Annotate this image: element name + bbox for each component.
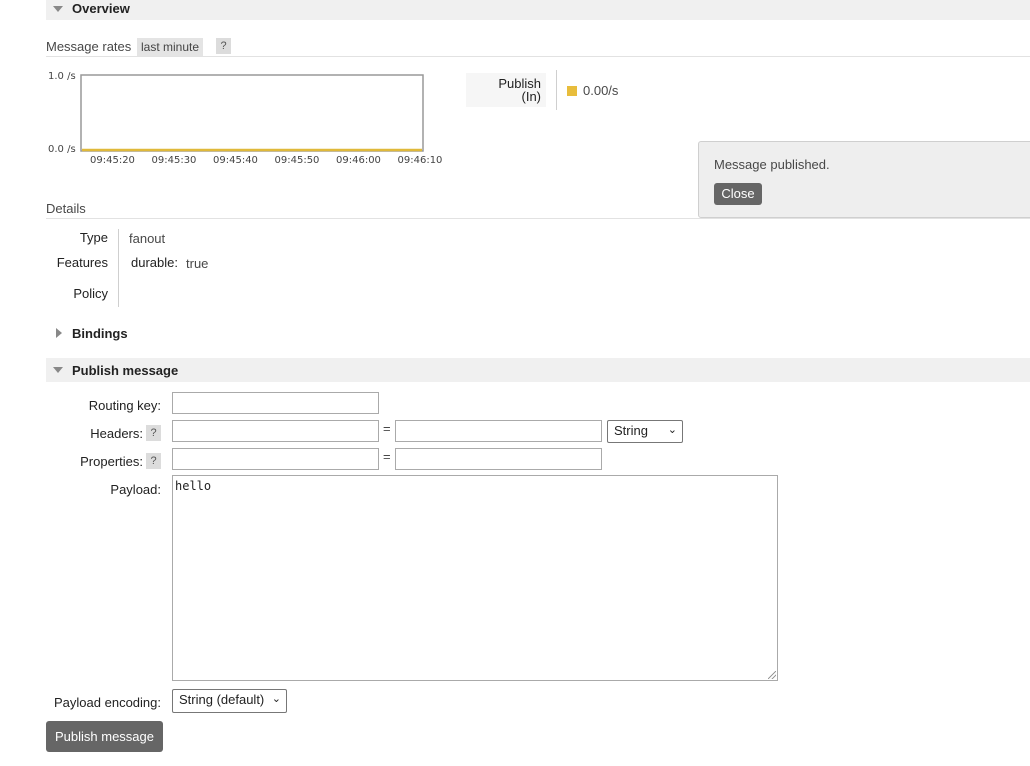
overview-title: Overview — [72, 1, 130, 16]
resize-handle-icon[interactable] — [768, 671, 776, 679]
legend-value: 0.00/s — [583, 83, 619, 98]
publish-message-button[interactable]: Publish message — [46, 721, 163, 752]
y-tick-label: 0.0 /s — [48, 144, 76, 155]
details-divider — [46, 218, 1030, 219]
publish-section-header[interactable]: Publish message — [46, 358, 1030, 382]
durable-value: true — [186, 256, 209, 271]
payload-text: hello — [175, 479, 212, 493]
header-type-select[interactable]: String ⌄ — [607, 420, 683, 443]
x-tick-label: 09:45:20 — [90, 155, 135, 166]
close-button[interactable]: Close — [714, 183, 762, 205]
headers-help-button[interactable]: ? — [146, 425, 161, 441]
details-column-divider — [118, 229, 119, 307]
y-tick-label: 1.0 /s — [48, 71, 76, 82]
message-rates-chart — [80, 74, 424, 152]
routing-key-input[interactable] — [172, 392, 379, 414]
chevron-down-icon: ⌄ — [271, 693, 281, 705]
durable-label: durable: — [131, 255, 178, 270]
chevron-down-icon: ⌄ — [667, 424, 677, 436]
payload-label: Payload: — [110, 482, 161, 497]
x-tick-label: 09:46:00 — [336, 155, 381, 166]
type-label: Type — [79, 230, 108, 245]
properties-help-button[interactable]: ? — [146, 453, 161, 469]
headers-label: Headers: — [90, 426, 143, 441]
policy-label: Policy — [73, 286, 108, 301]
property-key-input[interactable] — [172, 448, 379, 470]
header-type-value: String — [614, 423, 648, 438]
expand-arrow-icon — [56, 328, 62, 338]
collapse-arrow-icon — [53, 367, 63, 373]
header-key-input[interactable] — [172, 420, 379, 442]
payload-textarea[interactable]: hello — [172, 475, 778, 681]
x-tick-label: 09:46:10 — [397, 155, 443, 166]
type-value: fanout — [129, 231, 166, 246]
features-label: Features — [56, 255, 108, 270]
payload-encoding-label: Payload encoding: — [54, 695, 161, 710]
header-equals: = — [383, 421, 391, 436]
collapse-arrow-icon — [53, 6, 63, 12]
bindings-title: Bindings — [72, 326, 128, 341]
header-value-input[interactable] — [395, 420, 602, 442]
x-tick-label: 09:45:30 — [151, 155, 197, 166]
overview-section-header[interactable]: Overview — [46, 0, 1030, 20]
property-equals: = — [383, 449, 391, 464]
notification-message: Message published. — [714, 157, 830, 172]
notification-panel: Message published. Close — [698, 141, 1030, 218]
property-value-input[interactable] — [395, 448, 602, 470]
payload-encoding-value: String (default) — [179, 692, 265, 707]
bindings-section-header[interactable]: Bindings — [46, 323, 1030, 345]
rates-divider — [46, 56, 1030, 57]
legend-label-box: Publish (In) — [466, 73, 546, 107]
x-tick-label: 09:45:40 — [213, 155, 258, 166]
payload-encoding-select[interactable]: String (default) ⌄ — [172, 689, 287, 713]
x-tick-label: 09:45:50 — [274, 155, 320, 166]
legend-separator — [556, 70, 557, 110]
legend-color-swatch — [567, 86, 577, 96]
properties-label: Properties: — [80, 454, 143, 469]
period-selector[interactable]: last minute — [137, 38, 204, 56]
legend-label-line2: (In) — [521, 89, 542, 104]
publish-title: Publish message — [72, 363, 179, 378]
message-rates-label: Message rates — [46, 39, 132, 54]
details-heading: Details — [46, 201, 86, 216]
routing-key-label: Routing key: — [88, 398, 161, 413]
rates-help-button[interactable]: ? — [216, 38, 231, 54]
